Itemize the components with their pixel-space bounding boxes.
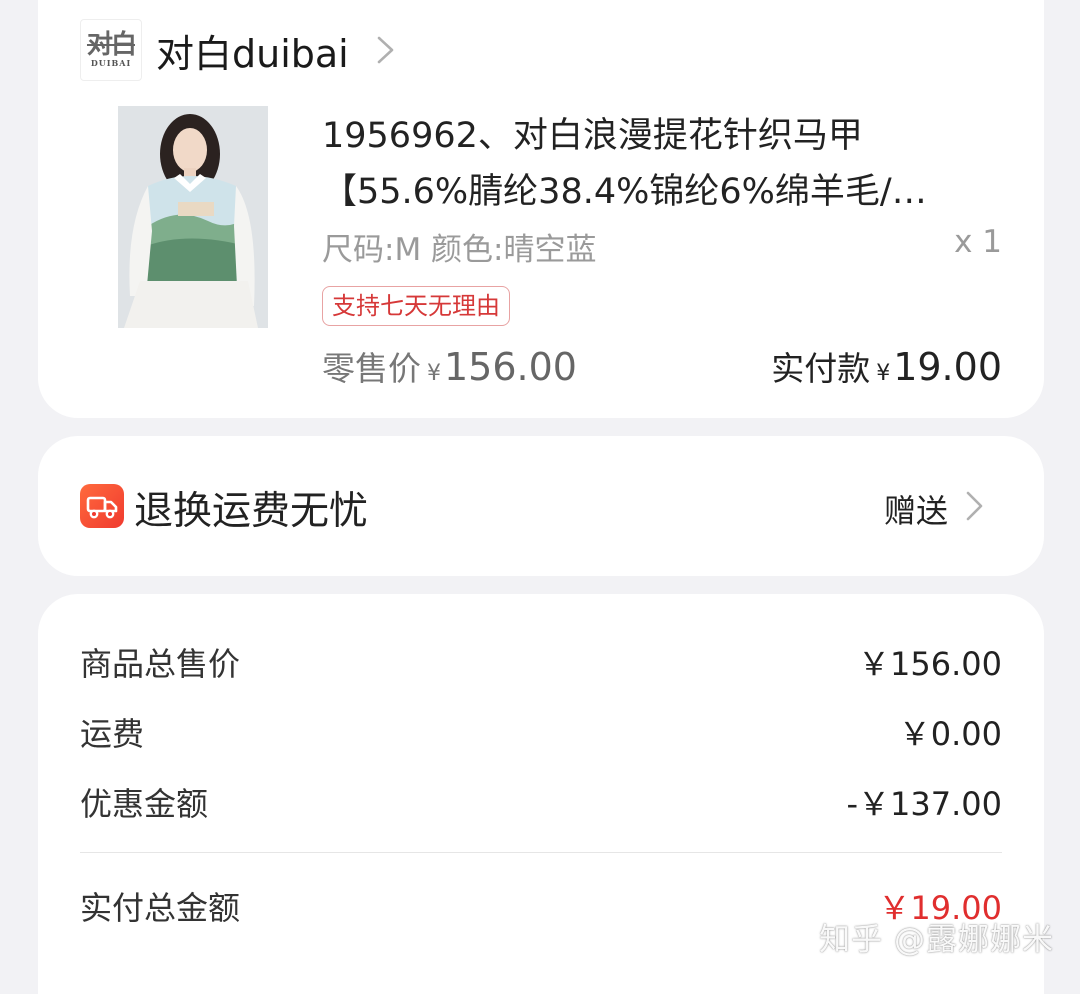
summary-value: ￥0.00 [898, 715, 1002, 753]
retail-price-value: 156.00 [444, 345, 577, 389]
chevron-right-icon[interactable] [375, 35, 397, 65]
product-title-line-2: 【55.6%腈纶38.4%锦纶6%绵羊毛/… [322, 172, 927, 212]
product-quantity: x 1 [954, 224, 1002, 260]
retail-price: 零售价 ¥ 156.00 [322, 342, 577, 390]
paid-price-currency: ¥ [876, 361, 891, 386]
product-title[interactable]: 1956962、对白浪漫提花针织马甲 【55.6%腈纶38.4%锦纶6%绵羊毛/… [322, 108, 1002, 220]
chevron-right-icon[interactable] [964, 490, 986, 522]
shop-header[interactable]: 对白 DUIBAI 对白duibai [80, 19, 397, 81]
summary-value: ￥156.00 [858, 645, 1002, 683]
paid-price-value: 19.00 [893, 345, 1002, 389]
order-item-card: 对白 DUIBAI 对白duibai 1956962、对白浪漫提花针织马甲 【5… [38, 0, 1044, 418]
paid-price: 实付款 ¥ 19.00 [771, 342, 1002, 390]
shop-logo-text: 对白 [86, 30, 137, 60]
summary-row-shipping: 运费 ￥0.00 [80, 710, 1002, 754]
total-paid-label: 实付总金额 [80, 889, 241, 927]
summary-value: -￥137.00 [846, 785, 1002, 823]
retail-price-label: 零售价 [322, 349, 421, 388]
summary-divider [80, 852, 1002, 853]
return-policy-badge: 支持七天无理由 [322, 286, 510, 326]
shop-logo-subtext: DUIBAI [90, 58, 132, 68]
return-shipping-title: 退换运费无忧 [134, 489, 369, 534]
product-spec: 尺码:M 颜色:晴空蓝 [322, 232, 597, 268]
product-photo-illustration [118, 106, 268, 328]
watermark: 知乎 @露娜娜米 [819, 922, 1054, 958]
retail-price-currency: ¥ [427, 361, 441, 386]
summary-label: 运费 [80, 715, 145, 753]
return-shipping-card[interactable]: 退换运费无忧 赠送 [38, 436, 1044, 576]
return-shipping-value: 赠送 [883, 492, 948, 530]
summary-label: 商品总售价 [80, 645, 241, 683]
summary-row-total-price: 商品总售价 ￥156.00 [80, 640, 1002, 684]
summary-label: 优惠金额 [80, 785, 209, 823]
shop-logo: 对白 DUIBAI [80, 19, 142, 81]
truck-icon [80, 484, 124, 528]
shop-name[interactable]: 对白duibai [156, 23, 349, 78]
product-image[interactable] [118, 106, 268, 328]
product-title-line-1: 1956962、对白浪漫提花针织马甲 [322, 116, 863, 156]
summary-row-discount: 优惠金额 -￥137.00 [80, 780, 1002, 824]
paid-price-label: 实付款 [771, 349, 871, 388]
